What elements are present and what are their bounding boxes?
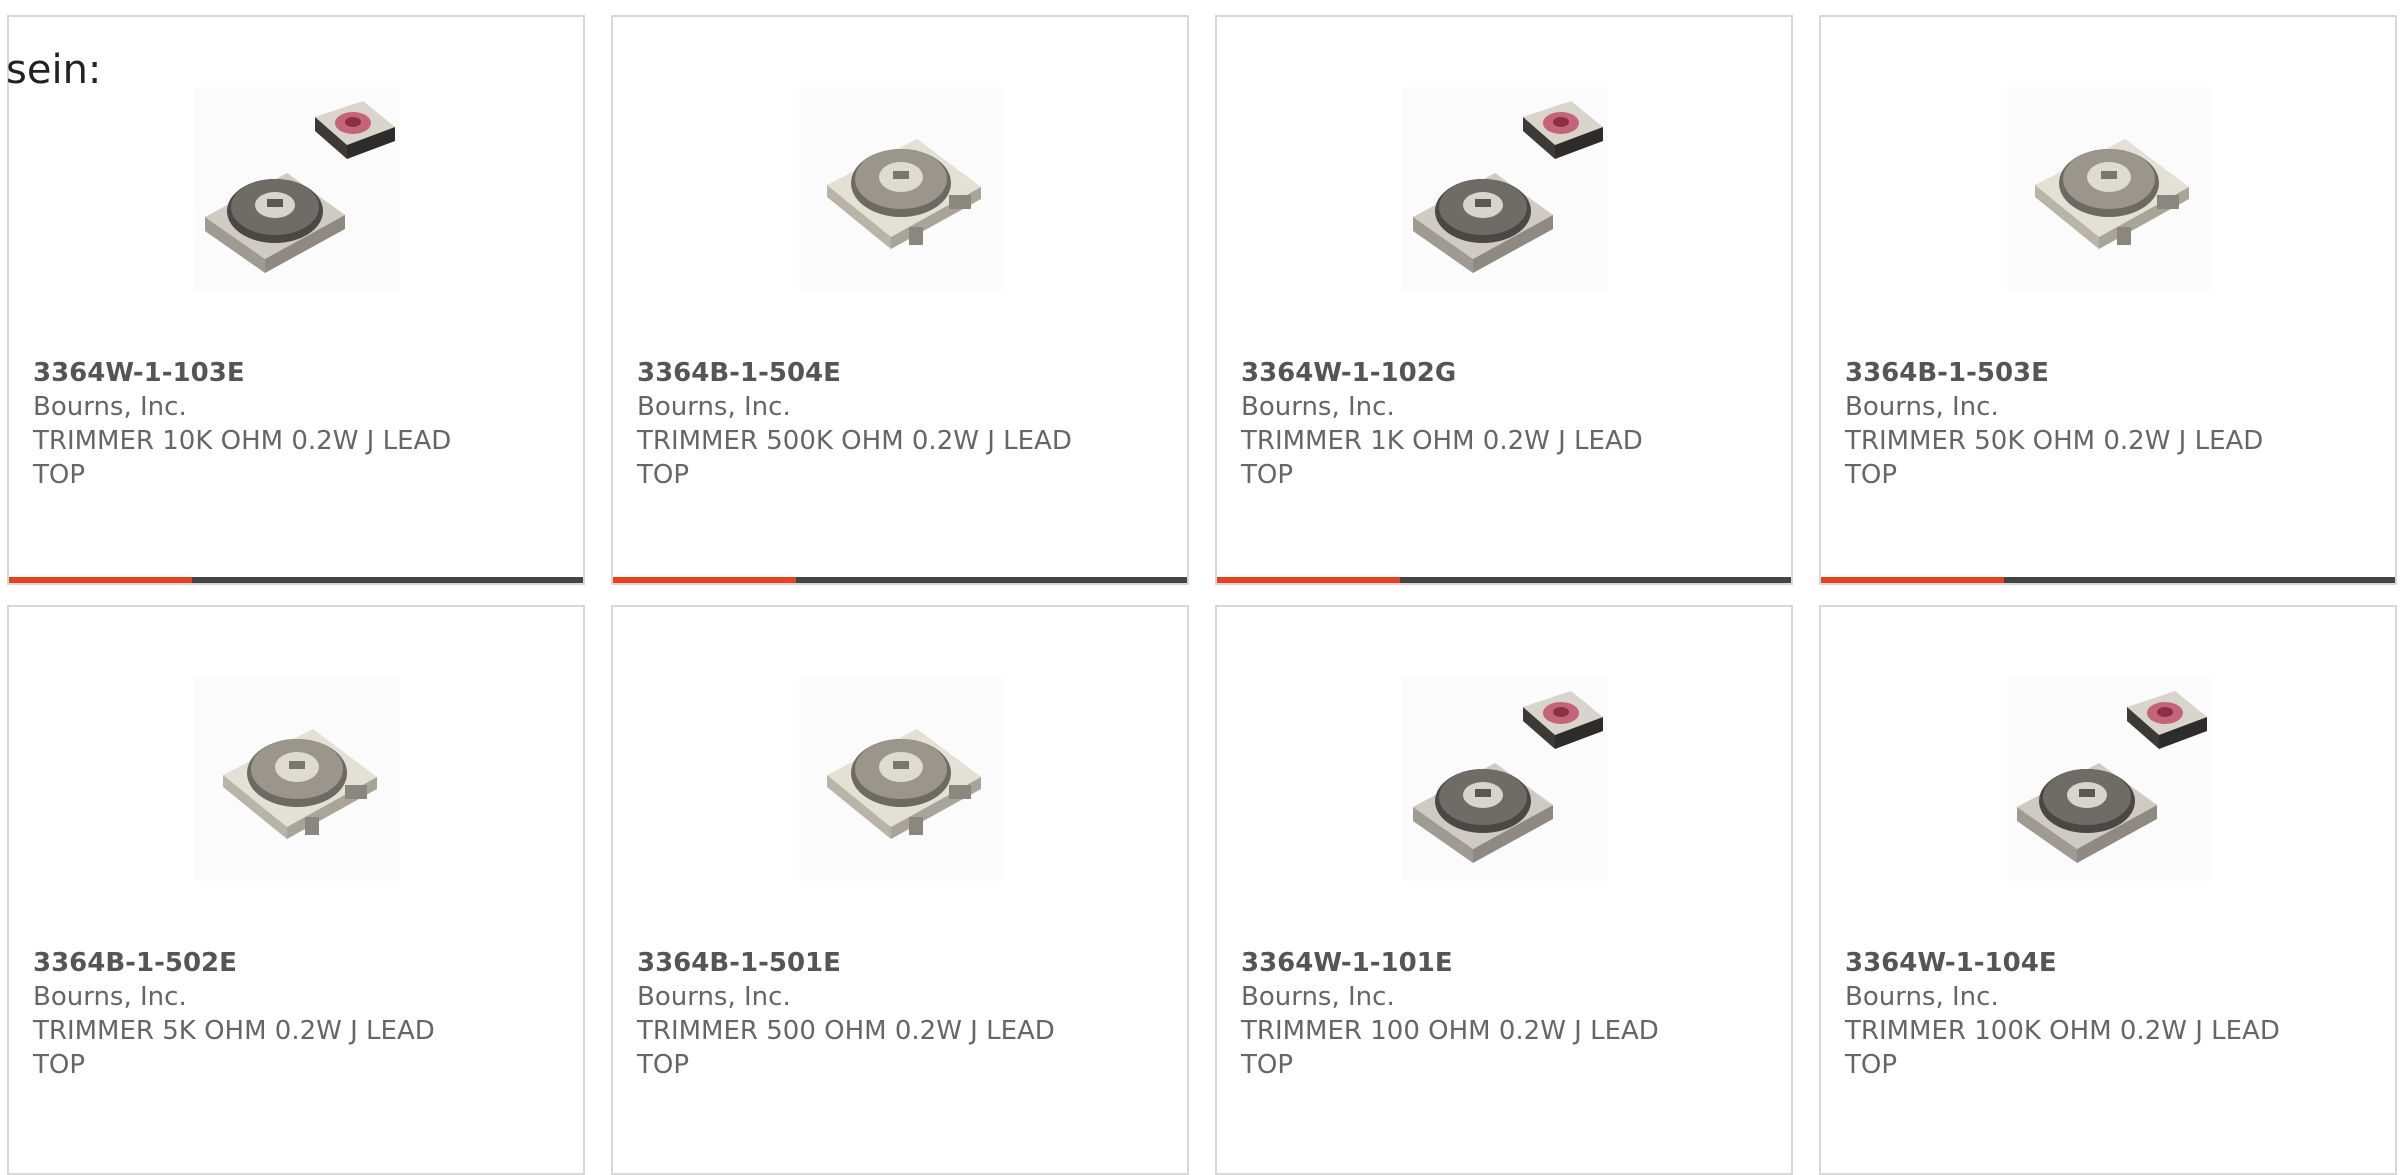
product-image[interactable]: [195, 677, 399, 881]
product-card[interactable]: 3364B-1-502E Bourns, Inc. TRIMMER 5K OHM…: [7, 605, 585, 1175]
card-bottom-bar: [9, 577, 583, 583]
part-number[interactable]: 3364B-1-501E: [637, 946, 1097, 980]
product-image[interactable]: [1403, 677, 1607, 881]
card-accent-bar: [1217, 577, 1400, 583]
manufacturer: Bourns, Inc.: [637, 392, 791, 422]
manufacturer: Bourns, Inc.: [33, 392, 187, 422]
card-bottom-bar: [1217, 577, 1791, 583]
part-number[interactable]: 3364B-1-503E: [1845, 356, 2305, 390]
card-accent-bar: [1821, 577, 2004, 583]
product-card[interactable]: 3364W-1-101E Bourns, Inc. TRIMMER 100 OH…: [1215, 605, 1793, 1175]
product-grid: 3364W-1-103E Bourns, Inc. TRIMMER 10K OH…: [0, 0, 2400, 1175]
part-number[interactable]: 3364B-1-504E: [637, 356, 1097, 390]
product-card[interactable]: 3364W-1-102G Bourns, Inc. TRIMMER 1K OHM…: [1215, 15, 1793, 585]
product-info: 3364W-1-101E Bourns, Inc. TRIMMER 100 OH…: [1241, 946, 1701, 1082]
product-card[interactable]: 3364B-1-504E Bourns, Inc. TRIMMER 500K O…: [611, 15, 1189, 585]
part-number[interactable]: 3364W-1-101E: [1241, 946, 1701, 980]
product-info: 3364W-1-102G Bourns, Inc. TRIMMER 1K OHM…: [1241, 356, 1701, 492]
product-description: TRIMMER 50K OHM 0.2W J LEAD TOP: [1845, 426, 2264, 490]
product-info: 3364B-1-501E Bourns, Inc. TRIMMER 500 OH…: [637, 946, 1097, 1082]
product-image[interactable]: [799, 677, 1003, 881]
product-description: TRIMMER 100 OHM 0.2W J LEAD TOP: [1241, 1016, 1659, 1080]
card-accent-bar: [613, 577, 796, 583]
part-number[interactable]: 3364W-1-102G: [1241, 356, 1701, 390]
card-bottom-bar: [613, 577, 1187, 583]
product-card[interactable]: 3364W-1-103E Bourns, Inc. TRIMMER 10K OH…: [7, 15, 585, 585]
manufacturer: Bourns, Inc.: [1241, 392, 1395, 422]
product-info: 3364B-1-502E Bourns, Inc. TRIMMER 5K OHM…: [33, 946, 493, 1082]
product-description: TRIMMER 10K OHM 0.2W J LEAD TOP: [33, 426, 452, 490]
product-info: 3364W-1-104E Bourns, Inc. TRIMMER 100K O…: [1845, 946, 2305, 1082]
part-number[interactable]: 3364B-1-502E: [33, 946, 493, 980]
product-image[interactable]: [2007, 87, 2211, 291]
product-description: TRIMMER 100K OHM 0.2W J LEAD TOP: [1845, 1016, 2280, 1080]
product-description: TRIMMER 500K OHM 0.2W J LEAD TOP: [637, 426, 1072, 490]
product-card[interactable]: 3364B-1-501E Bourns, Inc. TRIMMER 500 OH…: [611, 605, 1189, 1175]
product-info: 3364W-1-103E Bourns, Inc. TRIMMER 10K OH…: [33, 356, 493, 492]
product-description: TRIMMER 500 OHM 0.2W J LEAD TOP: [637, 1016, 1055, 1080]
product-image[interactable]: [2007, 677, 2211, 881]
product-image[interactable]: [1403, 87, 1607, 291]
manufacturer: Bourns, Inc.: [1845, 392, 1999, 422]
manufacturer: Bourns, Inc.: [33, 982, 187, 1012]
product-image[interactable]: [799, 87, 1003, 291]
manufacturer: Bourns, Inc.: [637, 982, 791, 1012]
part-number[interactable]: 3364W-1-104E: [1845, 946, 2305, 980]
manufacturer: Bourns, Inc.: [1241, 982, 1395, 1012]
product-card[interactable]: 3364B-1-503E Bourns, Inc. TRIMMER 50K OH…: [1819, 15, 2397, 585]
card-bottom-bar: [1821, 577, 2395, 583]
part-number[interactable]: 3364W-1-103E: [33, 356, 493, 390]
product-description: TRIMMER 1K OHM 0.2W J LEAD TOP: [1241, 426, 1643, 490]
product-card[interactable]: 3364W-1-104E Bourns, Inc. TRIMMER 100K O…: [1819, 605, 2397, 1175]
product-info: 3364B-1-504E Bourns, Inc. TRIMMER 500K O…: [637, 356, 1097, 492]
product-info: 3364B-1-503E Bourns, Inc. TRIMMER 50K OH…: [1845, 356, 2305, 492]
manufacturer: Bourns, Inc.: [1845, 982, 1999, 1012]
product-image[interactable]: [195, 87, 399, 291]
intro-text: sein:: [6, 47, 102, 93]
product-description: TRIMMER 5K OHM 0.2W J LEAD TOP: [33, 1016, 435, 1080]
card-accent-bar: [9, 577, 192, 583]
